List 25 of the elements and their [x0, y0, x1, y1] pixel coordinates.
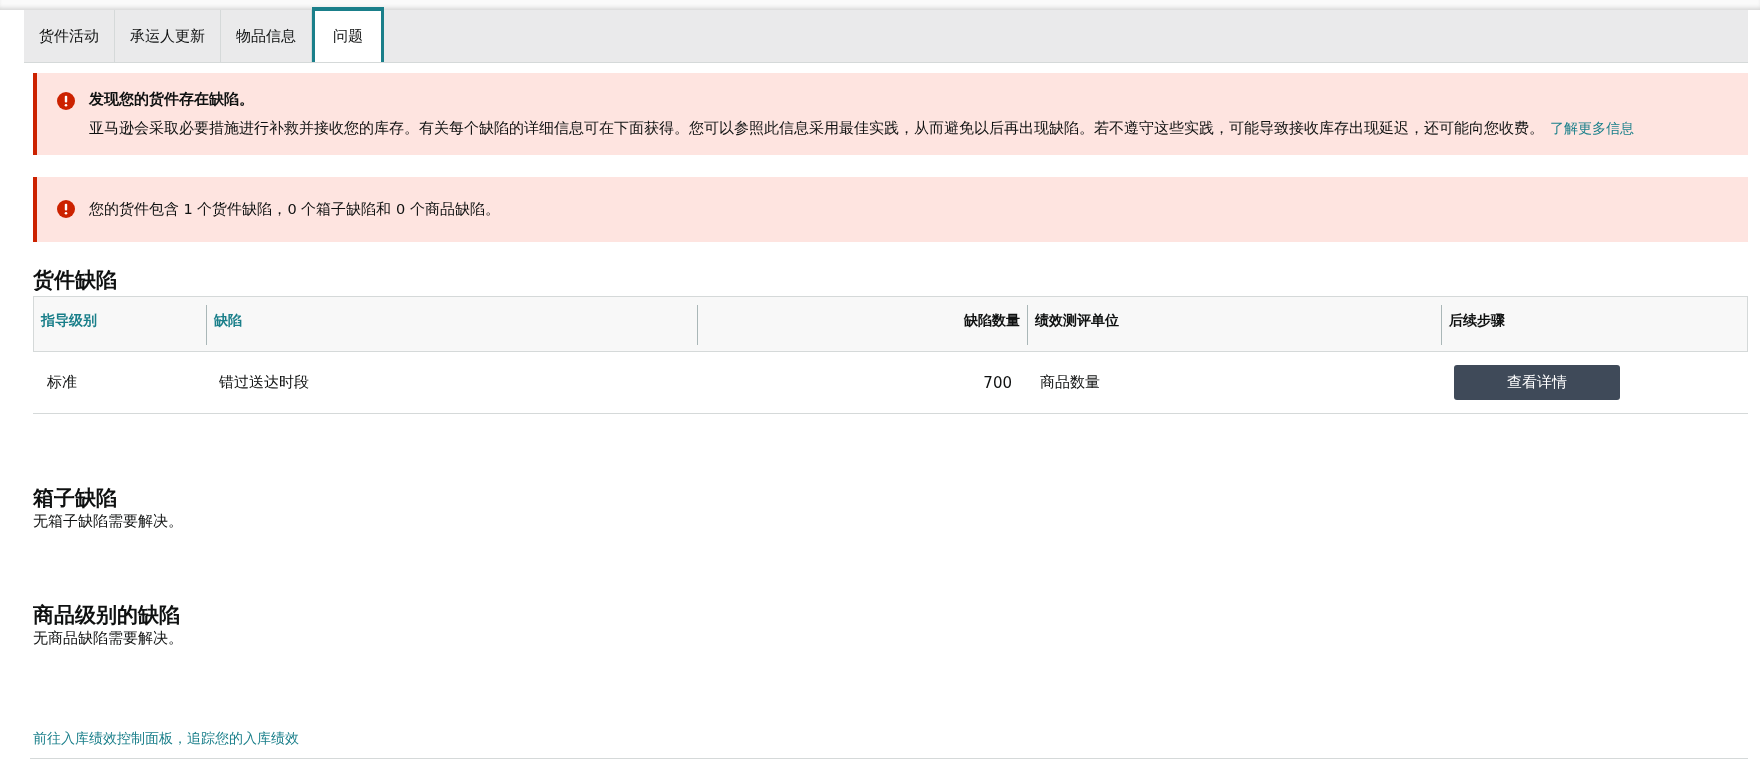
- table-cell-text: 700: [982, 373, 1013, 392]
- table-cell-text: 错过送达时段: [218, 373, 310, 392]
- tab[interactable]: 货件活动: [24, 10, 115, 62]
- empty-message: 无商品缺陷需要解决。: [33, 629, 184, 648]
- alert-message: 亚马逊会采取必要措施进行补救并接收您的库存。有关每个缺陷的详细信息可在下面获得。您可以参照此信息采用最佳实践，从而避免以后再出现缺陷。若不遵守这些实践，可能导致接收库存出现延迟，还可能向您收费。: [89, 120, 1544, 136]
- tab[interactable]: 问题: [312, 7, 384, 62]
- table-cell-text: 商品数量: [1039, 373, 1101, 392]
- learn-more-link[interactable]: 了解更多信息: [1550, 120, 1634, 136]
- column-header[interactable]: 指导级别: [34, 305, 206, 345]
- alert-title: 发现您的货件存在缺陷。: [89, 90, 255, 109]
- column-header: 缺陷数量: [697, 305, 1027, 345]
- tab[interactable]: 承运人更新: [115, 10, 221, 62]
- section-heading: 商品级别的缺陷: [33, 603, 181, 627]
- empty-message: 无箱子缺陷需要解决。: [33, 512, 184, 531]
- alert-message: 您的货件包含 1 个货件缺陷，0 个箱子缺陷和 0 个商品缺陷。: [89, 201, 500, 217]
- column-header[interactable]: 缺陷: [206, 305, 697, 345]
- column-header: 绩效测评单位: [1027, 305, 1441, 345]
- error-icon: [57, 92, 75, 110]
- view-details-button[interactable]: 查看详情: [1454, 365, 1620, 400]
- dashboard-link[interactable]: 前往入库绩效控制面板，追踪您的入库绩效: [33, 730, 299, 746]
- error-icon: [57, 200, 75, 218]
- section-heading: 箱子缺陷: [33, 486, 118, 510]
- table-cell-text: 标准: [46, 373, 78, 392]
- column-header: 后续步骤: [1441, 305, 1747, 345]
- section-heading: 货件缺陷: [33, 268, 118, 292]
